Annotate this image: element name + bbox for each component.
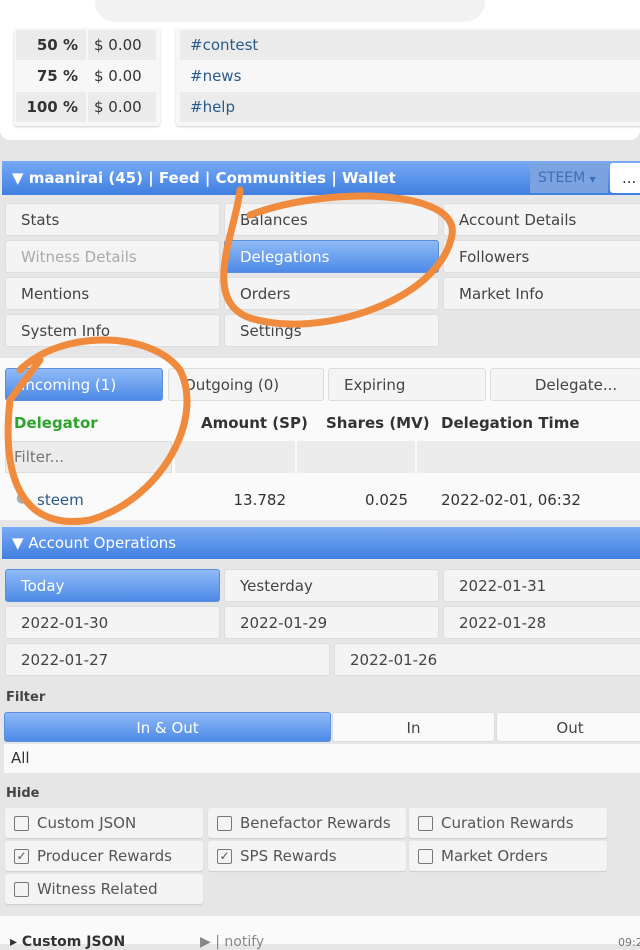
annotation-circle (220, 186, 456, 328)
annotation-circle (4, 336, 191, 525)
annotation-overlay (4, 186, 456, 525)
